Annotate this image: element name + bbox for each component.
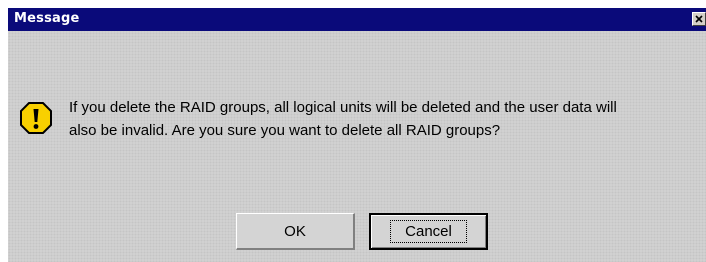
ok-button-label: OK xyxy=(284,222,306,240)
warning-icon xyxy=(20,102,52,134)
message-dialog: Message If you delete the RAID groups, a… xyxy=(8,8,706,262)
cancel-button-label: Cancel xyxy=(390,220,467,243)
message-line: also be invalid. Are you sure you want t… xyxy=(69,122,501,139)
dialog-title: Message xyxy=(14,11,80,26)
ok-button[interactable]: OK xyxy=(236,213,355,250)
close-button[interactable] xyxy=(692,12,706,26)
cancel-button[interactable]: Cancel xyxy=(369,213,488,250)
title-bar[interactable]: Message xyxy=(8,8,706,31)
message-line: If you delete the RAID groups, all logic… xyxy=(69,99,617,116)
close-icon xyxy=(695,15,703,23)
message-text: If you delete the RAID groups, all logic… xyxy=(69,96,704,142)
